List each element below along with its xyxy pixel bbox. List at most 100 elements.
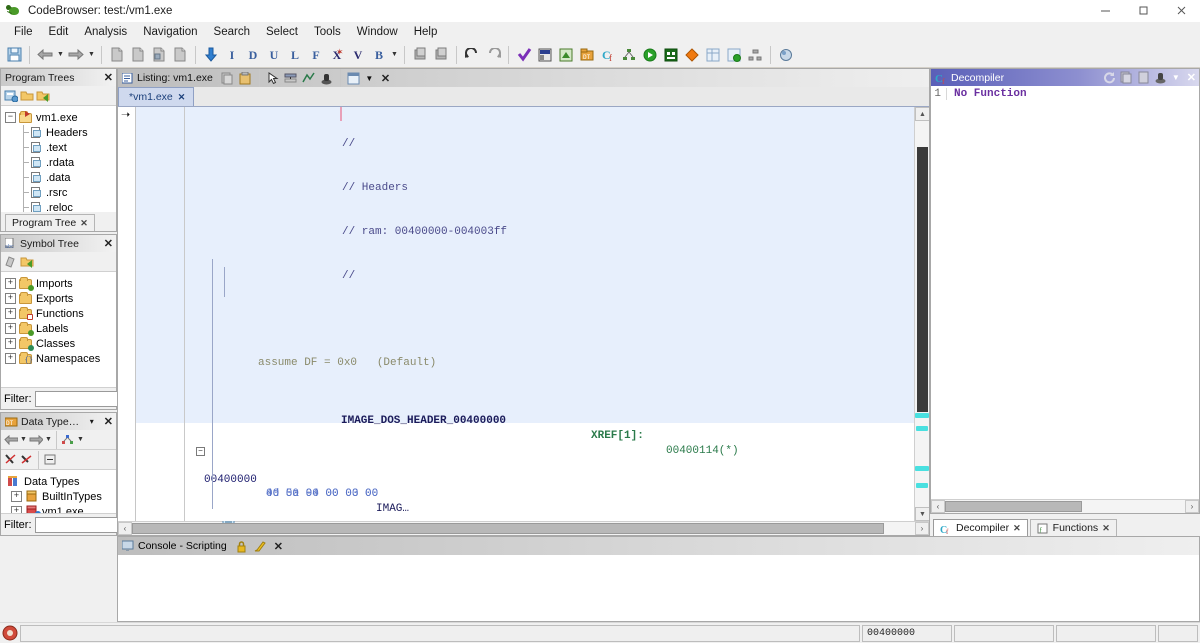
- listing-close-icon[interactable]: ✕: [378, 72, 393, 85]
- tree-item-reloc[interactable]: .reloc: [5, 200, 116, 212]
- dtm-clear-array-icon[interactable]: [20, 452, 34, 467]
- table-icon[interactable]: [703, 44, 723, 66]
- menu-window[interactable]: Window: [349, 24, 406, 40]
- program-trees-body[interactable]: − vm1.exe Headers: [1, 106, 116, 212]
- copy-icon[interactable]: [221, 71, 235, 86]
- expand-toggle-icon[interactable]: +: [5, 278, 16, 289]
- tab-close-icon[interactable]: ✕: [178, 92, 186, 103]
- menu-file[interactable]: File: [6, 24, 41, 40]
- tree-root-vm1[interactable]: − vm1.exe: [5, 110, 116, 125]
- symbol-tree-close-icon[interactable]: ✕: [101, 237, 116, 250]
- clear-console-icon[interactable]: [253, 539, 267, 554]
- dtm-node-vm1[interactable]: + vm1.exe: [5, 504, 116, 513]
- expand-toggle-icon[interactable]: +: [5, 338, 16, 349]
- symbol-node-exports[interactable]: + Exports: [5, 291, 116, 306]
- decompiler-body[interactable]: 1 No Function: [931, 86, 1199, 499]
- analysis-check-icon[interactable]: [514, 44, 534, 66]
- paste-icon[interactable]: [239, 71, 253, 86]
- ghidra-status-icon[interactable]: [2, 625, 18, 641]
- dtm-collapse-icon[interactable]: [43, 452, 57, 467]
- tab-vm1-exe[interactable]: *vm1.exe ✕: [118, 87, 194, 106]
- hscroll-thumb[interactable]: [945, 501, 1082, 512]
- collapse-toggle-icon[interactable]: −: [5, 112, 16, 123]
- data-type-manager-icon[interactable]: DT: [577, 44, 597, 66]
- expand-toggle-icon[interactable]: +: [5, 308, 16, 319]
- window-menu-icon[interactable]: [347, 71, 361, 86]
- variable-icon[interactable]: V: [348, 44, 368, 66]
- redo-icon[interactable]: [483, 44, 503, 66]
- scroll-thumb[interactable]: [917, 147, 928, 412]
- tree-item-rdata[interactable]: .rdata: [5, 155, 116, 170]
- menu-edit[interactable]: Edit: [41, 24, 77, 40]
- function-icon[interactable]: F: [306, 44, 326, 66]
- back-dropdown-icon[interactable]: ▼: [56, 44, 65, 66]
- refresh-symbols-icon[interactable]: [20, 254, 34, 269]
- memory-map-icon[interactable]: [535, 44, 555, 66]
- dtm-dropdown-icon[interactable]: ▾: [86, 414, 98, 429]
- menu-analysis[interactable]: Analysis: [76, 24, 135, 40]
- expand-toggle-icon[interactable]: +: [5, 323, 16, 334]
- expand-toggle-icon[interactable]: +: [11, 506, 22, 513]
- export-icon[interactable]: [724, 44, 744, 66]
- xref-icon[interactable]: X✶: [327, 44, 347, 66]
- clone-listing-icon[interactable]: [170, 44, 190, 66]
- forward-arrow-icon[interactable]: [66, 44, 86, 66]
- nav-marker[interactable]: [915, 413, 929, 418]
- nav-marker[interactable]: [916, 483, 928, 488]
- tab-close-icon[interactable]: ✕: [1013, 523, 1021, 534]
- paste-listing-icon[interactable]: [149, 44, 169, 66]
- expand-toggle-icon[interactable]: +: [11, 491, 22, 502]
- tab-close-icon[interactable]: ✕: [1102, 523, 1110, 534]
- scroll-right-button[interactable]: ›: [1185, 500, 1199, 513]
- listing-content[interactable]: ➝ // // Headers // ram: 00400000-004003f…: [118, 107, 929, 521]
- menu-help[interactable]: Help: [406, 24, 446, 40]
- snapshot-decompile-icon[interactable]: [1154, 70, 1168, 85]
- tab-program-tree[interactable]: Program Tree ✕: [5, 214, 95, 231]
- undefined-icon[interactable]: U: [264, 44, 284, 66]
- dtm-back-dropdown-icon[interactable]: ▼: [20, 429, 27, 451]
- rename-symbol-icon[interactable]: [4, 254, 18, 269]
- tree-item-data[interactable]: .data: [5, 170, 116, 185]
- diff-icon[interactable]: [682, 44, 702, 66]
- undo-icon[interactable]: [462, 44, 482, 66]
- hscroll-track[interactable]: [132, 522, 915, 535]
- menu-tools[interactable]: Tools: [306, 24, 349, 40]
- debugger-run-icon[interactable]: [640, 44, 660, 66]
- cursor-select-icon[interactable]: [266, 71, 280, 86]
- dtm-node-builtin[interactable]: + BuiltInTypes: [5, 489, 116, 504]
- minimize-button[interactable]: [1086, 0, 1124, 22]
- symbol-node-imports[interactable]: + Imports: [5, 276, 116, 291]
- dtm-back-icon[interactable]: [4, 432, 18, 447]
- dtm-filter-dropdown-icon[interactable]: ▼: [77, 429, 84, 451]
- dtm-forward-icon[interactable]: [29, 432, 43, 447]
- select-block-icon[interactable]: [410, 44, 430, 66]
- copy-listing-icon[interactable]: [128, 44, 148, 66]
- new-tree-icon[interactable]: [4, 88, 18, 103]
- hscroll-thumb[interactable]: [132, 523, 884, 534]
- symbol-node-namespaces[interactable]: + {} Namespaces: [5, 351, 116, 366]
- instruction-icon[interactable]: I: [222, 44, 242, 66]
- dtm-clear-pointer-icon[interactable]: [4, 452, 18, 467]
- dtm-root[interactable]: Data Types: [5, 474, 116, 489]
- close-button[interactable]: [1162, 0, 1200, 22]
- nav-marker[interactable]: [915, 466, 929, 471]
- export-decompile-icon[interactable]: [1137, 70, 1151, 85]
- decompiler-dropdown-icon[interactable]: ▼: [1171, 70, 1181, 85]
- program-trees-close-icon[interactable]: ✕: [101, 71, 116, 84]
- tree-item-rsrc[interactable]: .rsrc: [5, 185, 116, 200]
- tree-item-text[interactable]: .text: [5, 140, 116, 155]
- listing-dropdown-icon[interactable]: ▼: [365, 71, 374, 86]
- bookmark-dropdown-icon[interactable]: ▼: [390, 44, 399, 66]
- bookmark-icon[interactable]: B: [369, 44, 389, 66]
- scroll-left-button[interactable]: ‹: [931, 500, 945, 513]
- new-snapshot-icon[interactable]: [107, 44, 127, 66]
- decompiler-line[interactable]: 1 No Function: [931, 86, 1199, 101]
- tab-functions[interactable]: ƒ Functions ✕: [1030, 519, 1117, 536]
- replace-tree-icon[interactable]: [36, 88, 50, 103]
- refresh-decompile-icon[interactable]: [1103, 70, 1117, 85]
- forward-dropdown-icon[interactable]: ▼: [87, 44, 96, 66]
- listing-label[interactable]: IMAGE_DOS_HEADER_00400000: [341, 414, 506, 429]
- decompiler-hscrollbar[interactable]: ‹ ›: [931, 499, 1199, 513]
- console-output[interactable]: [118, 555, 1199, 621]
- edit-fields-icon[interactable]: [284, 71, 298, 86]
